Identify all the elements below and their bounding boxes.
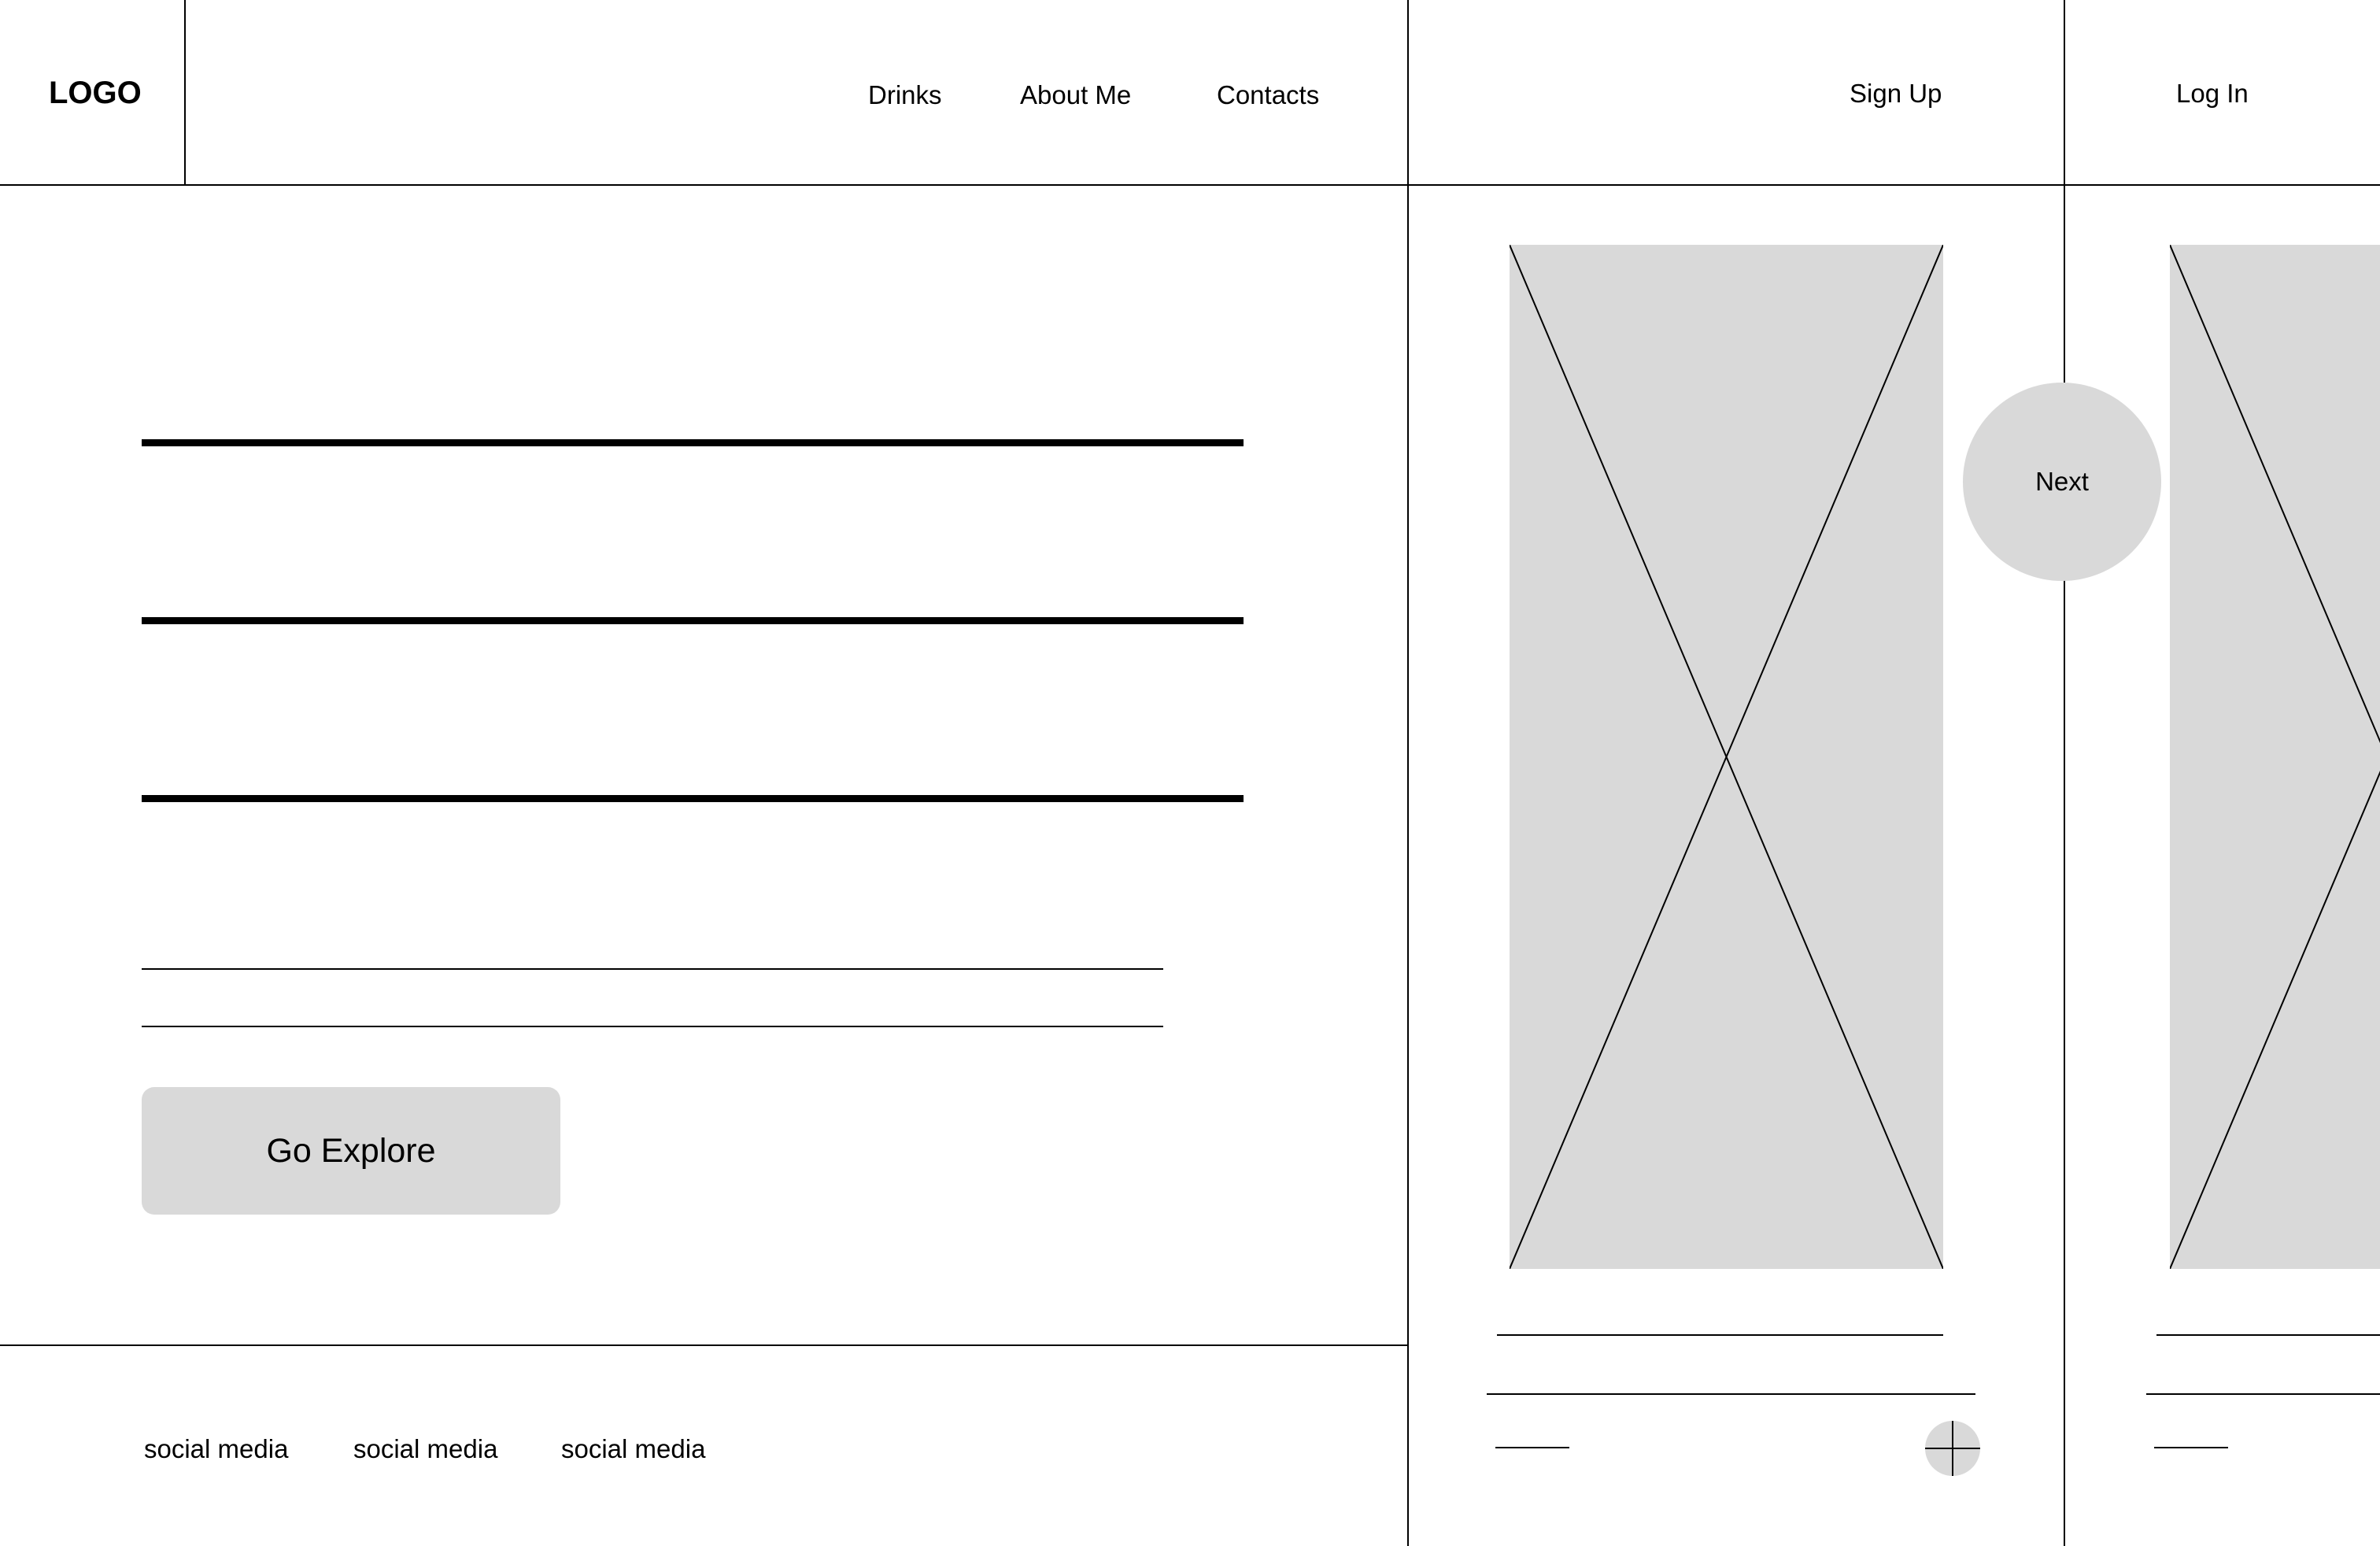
footer-top-border xyxy=(0,1344,1408,1346)
nav-drinks[interactable]: Drinks xyxy=(868,80,942,110)
logo-divider xyxy=(184,0,186,186)
go-explore-button[interactable]: Go Explore xyxy=(142,1087,560,1215)
card-1-price-placeholder xyxy=(1495,1447,1569,1448)
carousel-divider-lower xyxy=(2064,579,2065,1546)
social-media-link-1[interactable]: social media xyxy=(144,1434,288,1464)
headline-placeholder-line-2 xyxy=(142,617,1244,624)
hero-right-divider xyxy=(1407,0,1409,1546)
headline-placeholder-line-3 xyxy=(142,795,1244,802)
header-bottom-border xyxy=(0,184,2380,186)
social-media-link-2[interactable]: social media xyxy=(353,1434,497,1464)
next-button[interactable]: Next xyxy=(1963,383,2161,581)
body-text-placeholder-2 xyxy=(142,1026,1163,1027)
image-placeholder-icon xyxy=(1510,245,1943,1269)
logo[interactable]: LOGO xyxy=(49,76,142,111)
image-placeholder-icon xyxy=(2170,245,2380,1269)
nav-contacts[interactable]: Contacts xyxy=(1217,80,1319,110)
auth-divider xyxy=(2064,0,2065,383)
card-2-price-placeholder xyxy=(2154,1447,2228,1448)
card-1-title-placeholder xyxy=(1497,1334,1943,1336)
nav-about-me[interactable]: About Me xyxy=(1020,80,1131,110)
body-text-placeholder-1 xyxy=(142,968,1163,970)
headline-placeholder-line-1 xyxy=(142,439,1244,446)
sign-up-link[interactable]: Sign Up xyxy=(1850,79,1942,109)
card-1-text-placeholder xyxy=(1487,1393,1975,1395)
card-2-text-placeholder xyxy=(2146,1393,2380,1395)
plus-icon[interactable] xyxy=(1925,1421,1980,1476)
social-media-link-3[interactable]: social media xyxy=(561,1434,705,1464)
card-2-title-placeholder xyxy=(2156,1334,2380,1336)
log-in-link[interactable]: Log In xyxy=(2176,79,2249,109)
